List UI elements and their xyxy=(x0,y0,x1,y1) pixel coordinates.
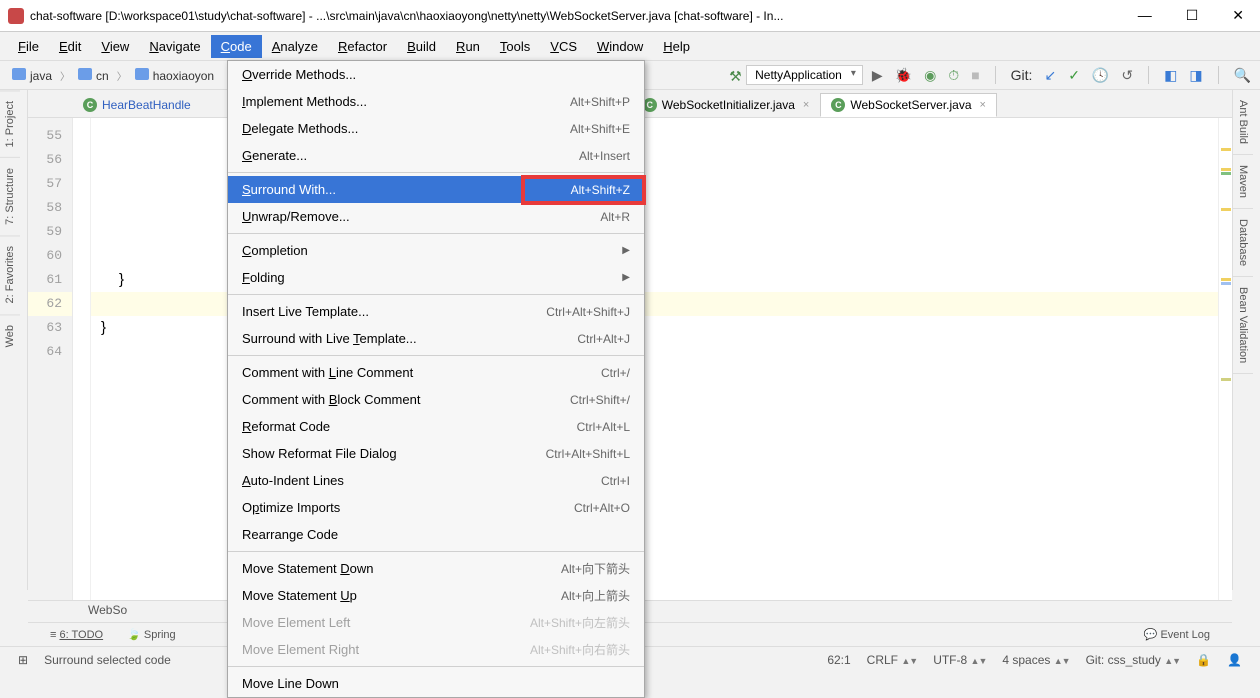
menu-item[interactable]: Folding▶ xyxy=(228,264,644,291)
menu-item[interactable]: Move Statement UpAlt+向上箭头 xyxy=(228,582,644,609)
menu-item[interactable]: Show Reformat File DialogCtrl+Alt+Shift+… xyxy=(228,440,644,467)
coverage-icon[interactable]: ◉ xyxy=(921,67,939,84)
window-title: chat-software [D:\workspace01\study\chat… xyxy=(30,9,1130,23)
menu-file[interactable]: File xyxy=(8,35,49,58)
event-log-tab[interactable]: 💬 Event Log xyxy=(1132,628,1222,641)
menu-item[interactable]: Reformat CodeCtrl+Alt+L xyxy=(228,413,644,440)
git-label: Git: xyxy=(1008,67,1036,83)
tool-tab[interactable]: Database xyxy=(1233,209,1253,277)
title-bar: chat-software [D:\workspace01\study\chat… xyxy=(0,0,1260,32)
tool-tab[interactable]: 2: Favorites xyxy=(0,235,20,313)
line-number: 64 xyxy=(28,340,72,364)
menu-analyze[interactable]: Analyze xyxy=(262,35,328,58)
run-icon[interactable]: ▶ xyxy=(869,67,886,84)
menu-item[interactable]: Implement Methods...Alt+Shift+P xyxy=(228,88,644,115)
windows-icon[interactable]: ⊞ xyxy=(10,653,36,667)
line-number: 60 xyxy=(28,244,72,268)
menu-help[interactable]: Help xyxy=(653,35,700,58)
inspector-icon[interactable]: 👤 xyxy=(1219,653,1250,667)
back-icon[interactable]: ◧ xyxy=(1161,67,1180,84)
code-menu-dropdown: Override Methods...Implement Methods...A… xyxy=(227,60,645,698)
line-number: 63 xyxy=(28,316,72,340)
menu-run[interactable]: Run xyxy=(446,35,490,58)
menu-view[interactable]: View xyxy=(91,35,139,58)
indent[interactable]: 4 spaces ▲▼ xyxy=(994,653,1077,667)
marker-strip[interactable] xyxy=(1218,118,1232,600)
caret-position[interactable]: 62:1 xyxy=(819,653,858,667)
close-icon[interactable]: × xyxy=(980,99,986,111)
menu-refactor[interactable]: Refactor xyxy=(328,35,397,58)
vcs-commit-icon[interactable]: ✓ xyxy=(1065,67,1083,84)
menu-item[interactable]: Surround With...Alt+Shift+Z xyxy=(228,176,644,203)
menu-item[interactable]: Override Methods... xyxy=(228,61,644,88)
minimize-button[interactable]: — xyxy=(1130,7,1160,24)
close-icon[interactable]: × xyxy=(803,99,809,111)
menu-item[interactable]: Completion▶ xyxy=(228,237,644,264)
vcs-history-icon[interactable]: 🕓 xyxy=(1089,67,1112,84)
line-number: 62 xyxy=(28,292,72,316)
menu-item[interactable]: Unwrap/Remove...Alt+R xyxy=(228,203,644,230)
maximize-button[interactable]: ☐ xyxy=(1178,7,1207,24)
line-ending[interactable]: CRLF ▲▼ xyxy=(859,653,926,667)
profile-icon[interactable]: ⏱ xyxy=(945,67,962,84)
stop-icon[interactable]: ■ xyxy=(968,67,982,83)
tool-tab[interactable]: Bean Validation xyxy=(1233,277,1253,374)
line-number: 58 xyxy=(28,196,72,220)
menu-item[interactable]: Rearrange Code xyxy=(228,521,644,548)
menu-item[interactable]: Auto-Indent LinesCtrl+I xyxy=(228,467,644,494)
status-message: Surround selected code xyxy=(36,653,179,667)
menu-item[interactable]: Delegate Methods...Alt+Shift+E xyxy=(228,115,644,142)
menu-code[interactable]: Code xyxy=(211,35,262,58)
line-number: 57 xyxy=(28,172,72,196)
spring-tab[interactable]: 🍃 Spring xyxy=(115,628,188,641)
app-icon xyxy=(8,8,24,24)
menu-bar: FileEditViewNavigateCodeAnalyzeRefactorB… xyxy=(0,32,1260,60)
tab-wsinit[interactable]: CWebSocketInitializer.java× xyxy=(632,93,821,117)
menu-item[interactable]: Comment with Block CommentCtrl+Shift+/ xyxy=(228,386,644,413)
debug-icon[interactable]: 🐞 xyxy=(892,67,915,84)
forward-icon[interactable]: ◨ xyxy=(1186,67,1205,84)
left-tool-gutter: 1: Project7: Structure2: FavoritesWeb xyxy=(0,90,28,590)
tool-tab[interactable]: Web xyxy=(0,314,20,357)
line-number: 56 xyxy=(28,148,72,172)
menu-item: Move Element LeftAlt+Shift+向左箭头 xyxy=(228,609,644,636)
run-config-selector[interactable]: NettyApplication xyxy=(746,65,863,85)
crumb-java[interactable]: java xyxy=(6,66,58,85)
git-branch[interactable]: Git: css_study ▲▼ xyxy=(1078,653,1189,667)
menu-item[interactable]: Move Statement DownAlt+向下箭头 xyxy=(228,555,644,582)
menu-edit[interactable]: Edit xyxy=(49,35,91,58)
crumb-pkg[interactable]: haoxiaoyon xyxy=(129,66,220,85)
menu-vcs[interactable]: VCS xyxy=(540,35,587,58)
build-icon[interactable]: ⚒ xyxy=(726,68,740,82)
encoding[interactable]: UTF-8 ▲▼ xyxy=(925,653,994,667)
line-number: 61 xyxy=(28,268,72,292)
menu-window[interactable]: Window xyxy=(587,35,653,58)
line-number: 55 xyxy=(28,124,72,148)
vcs-update-icon[interactable]: ↙ xyxy=(1041,67,1059,84)
menu-item[interactable]: Insert Live Template...Ctrl+Alt+Shift+J xyxy=(228,298,644,325)
menu-item[interactable]: Surround with Live Template...Ctrl+Alt+J xyxy=(228,325,644,352)
right-tool-gutter: Ant BuildMavenDatabaseBean Validation xyxy=(1232,90,1260,590)
menu-item[interactable]: Optimize ImportsCtrl+Alt+O xyxy=(228,494,644,521)
tool-tab[interactable]: Ant Build xyxy=(1233,90,1253,155)
vcs-revert-icon[interactable]: ↺ xyxy=(1118,67,1136,84)
search-icon[interactable]: 🔍 xyxy=(1231,67,1254,84)
lock-icon[interactable]: 🔒 xyxy=(1188,653,1219,667)
menu-navigate[interactable]: Navigate xyxy=(139,35,210,58)
tab-hearbeat[interactable]: CHearBeatHandle xyxy=(72,93,202,117)
menu-item[interactable]: Comment with Line CommentCtrl+/ xyxy=(228,359,644,386)
tab-wsserver[interactable]: CWebSocketServer.java× xyxy=(820,93,997,117)
menu-build[interactable]: Build xyxy=(397,35,446,58)
menu-item[interactable]: Move Line Down xyxy=(228,670,644,697)
close-button[interactable]: ✕ xyxy=(1224,7,1252,24)
menu-tools[interactable]: Tools xyxy=(490,35,540,58)
menu-item: Move Element RightAlt+Shift+向右箭头 xyxy=(228,636,644,663)
tool-tab[interactable]: 7: Structure xyxy=(0,157,20,235)
todo-tab[interactable]: ≡ 6: TODO xyxy=(38,629,115,641)
crumb-cn[interactable]: cn xyxy=(72,66,115,85)
menu-item[interactable]: Generate...Alt+Insert xyxy=(228,142,644,169)
tool-tab[interactable]: 1: Project xyxy=(0,90,20,157)
tool-tab[interactable]: Maven xyxy=(1233,155,1253,209)
line-number: 59 xyxy=(28,220,72,244)
